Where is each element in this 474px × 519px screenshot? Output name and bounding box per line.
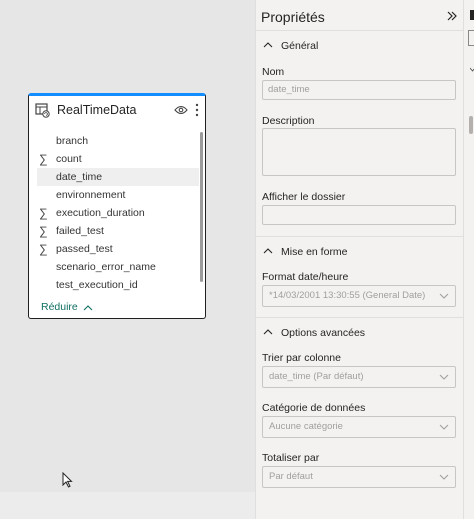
summarize-label: Totaliser par (262, 452, 320, 464)
chevron-down-icon[interactable] (470, 67, 474, 72)
field-item[interactable]: ∑ execution_duration (29, 204, 199, 222)
field-name: branch (56, 135, 89, 147)
field-name: passed_test (56, 243, 113, 255)
section-title: Mise en forme (281, 246, 348, 258)
sigma-icon: ∑ (39, 206, 48, 220)
chevron-down-icon (439, 474, 449, 480)
date-format-value: *14/03/2001 13:30:55 (General Date) (269, 290, 426, 301)
panel-tab-icon[interactable] (470, 10, 474, 20)
properties-pane: Propriétés Général Nom date_time Descrip… (255, 0, 464, 519)
field-list: branch ∑ count date_time environnement ∑… (29, 132, 199, 294)
field-item[interactable]: test_execution_id (29, 276, 199, 294)
section-advanced-header[interactable]: Options avancées (256, 317, 464, 348)
chevron-down-icon (439, 374, 449, 380)
sigma-icon: ∑ (39, 242, 48, 256)
field-name: test_execution_id (56, 279, 138, 291)
folder-label: Afficher le dossier (262, 191, 346, 203)
section-format-header[interactable]: Mise en forme (256, 236, 464, 267)
field-name: environnement (56, 189, 126, 201)
field-list-scrollbar[interactable] (200, 132, 203, 282)
date-format-select[interactable]: *14/03/2001 13:30:55 (General Date) (262, 285, 456, 307)
summarize-value: Par défaut (269, 471, 313, 482)
category-value: Aucune catégorie (269, 421, 343, 432)
sort-value: date_time (Par défaut) (269, 371, 364, 382)
field-name: scenario_error_name (56, 261, 156, 273)
field-name: count (56, 153, 82, 165)
model-canvas[interactable]: RealTimeData branch ∑ count date_time en… (0, 0, 255, 519)
category-select[interactable]: Aucune catégorie (262, 416, 456, 438)
chevron-up-icon (263, 248, 273, 254)
table-card[interactable]: RealTimeData branch ∑ count date_time en… (28, 93, 206, 319)
field-name: date_time (56, 171, 103, 183)
section-title: Général (281, 40, 319, 52)
collapse-button[interactable]: Réduire (41, 301, 93, 313)
table-title: RealTimeData (57, 103, 137, 117)
mouse-cursor-icon (62, 472, 73, 488)
field-item-selected[interactable]: date_time (37, 168, 199, 186)
pane-title: Propriétés (261, 9, 325, 25)
collapse-label: Réduire (41, 301, 78, 313)
table-refresh-icon (35, 103, 50, 118)
description-label: Description (262, 115, 315, 127)
more-options-icon[interactable] (192, 102, 202, 118)
sigma-icon: ∑ (39, 224, 48, 238)
field-item[interactable]: branch (29, 132, 199, 150)
sort-label: Trier par colonne (262, 352, 341, 364)
folder-field[interactable] (262, 205, 456, 225)
section-general-header[interactable]: Général (256, 30, 464, 61)
name-label: Nom (262, 66, 285, 78)
name-field[interactable]: date_time (262, 80, 456, 100)
chevron-down-icon (439, 424, 449, 430)
summarize-select[interactable]: Par défaut (262, 466, 456, 488)
date-format-label: Format date/heure (262, 271, 349, 283)
chevron-up-icon (83, 304, 93, 311)
side-panel-strip (463, 0, 474, 519)
field-item[interactable]: ∑ failed_test (29, 222, 199, 240)
field-item[interactable]: scenario_error_name (29, 258, 199, 276)
canvas-bottom-bar (0, 492, 255, 519)
category-label: Catégorie de données (262, 402, 366, 414)
chevron-up-icon (263, 329, 273, 335)
search-box-edge[interactable] (468, 30, 474, 46)
chevron-down-icon (439, 293, 449, 299)
field-item[interactable]: environnement (29, 186, 199, 204)
panel-scrollbar[interactable] (469, 116, 473, 134)
field-name: execution_duration (56, 207, 145, 219)
sigma-icon: ∑ (39, 152, 48, 166)
table-card-header[interactable]: RealTimeData (29, 96, 205, 124)
field-name: failed_test (56, 225, 104, 237)
description-field[interactable] (262, 128, 456, 176)
double-chevron-right-icon[interactable] (446, 10, 458, 22)
chevron-up-icon (263, 42, 273, 48)
section-title: Options avancées (281, 327, 366, 339)
sort-select[interactable]: date_time (Par défaut) (262, 366, 456, 388)
field-item[interactable]: ∑ passed_test (29, 240, 199, 258)
eye-icon[interactable] (174, 105, 188, 115)
field-item[interactable]: ∑ count (29, 150, 199, 168)
